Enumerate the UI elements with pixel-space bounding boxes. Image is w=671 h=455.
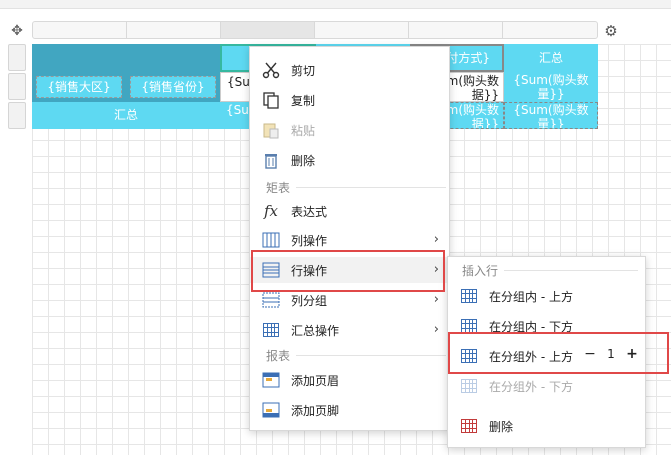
context-menu: 剪切 复制 粘贴 删除 矩表 fx 表达式 列操作 › 行操作 › 列分组 › … [249,46,450,431]
menu-item-cut[interactable]: 剪切 [250,57,449,83]
menu-item-summary-ops[interactable]: 汇总操作 › [250,317,449,343]
gear-icon[interactable]: ⚙ [602,22,620,40]
menu-item-paste: 粘贴 [250,117,449,143]
submenu-item-inside-above[interactable]: 在分组内 - 上方 [448,283,645,309]
corner-cell[interactable] [32,44,220,72]
column-group-icon [261,290,281,310]
highlight-outside-above [448,332,669,374]
column-ops-icon [261,230,281,250]
section-matrix: 矩表 [266,180,446,195]
summary-header-cell[interactable]: 汇总 [504,44,598,72]
menu-item-add-header[interactable]: 添加页眉 [250,367,449,393]
column-handle[interactable] [409,22,503,38]
submenu-item-outside-below: 在分组外 - 下方 [448,373,645,399]
menu-item-add-footer[interactable]: 添加页脚 [250,397,449,423]
column-header-bar[interactable] [32,21,598,39]
chevron-right-icon: › [433,232,439,247]
move-handle-icon[interactable]: ✥ [8,22,26,40]
highlight-row-ops [251,250,445,292]
column-handle[interactable] [33,22,127,38]
paste-icon [261,120,281,140]
submenu-item-delete[interactable]: 删除 [448,413,645,439]
copy-icon [261,90,281,110]
chevron-right-icon: › [433,322,439,337]
row-group-cell[interactable]: {销售省份} [126,72,220,102]
menu-item-copy[interactable]: 复制 [250,87,449,113]
menu-item-delete[interactable]: 删除 [250,147,449,173]
section-report: 报表 [266,348,446,363]
row-handle[interactable] [8,44,26,71]
grid-icon [459,286,479,306]
top-toolbar-strip [0,0,671,9]
scissors-icon [261,60,281,80]
total-row-label[interactable]: 汇总 [32,102,220,129]
fx-icon: fx [263,202,278,220]
summary-cell[interactable]: {Sum(购头数 量}} [504,72,598,102]
chevron-right-icon: › [433,292,439,307]
grid-icon [459,376,479,396]
menu-item-expression[interactable]: fx 表达式 [250,198,449,224]
column-handle[interactable] [315,22,409,38]
row-handle[interactable] [8,102,26,129]
trash-icon [261,150,281,170]
total-cell[interactable]: {Sum(购头数 量}} [504,102,598,129]
summary-ops-icon [261,320,281,340]
column-handle[interactable] [127,22,221,38]
add-header-icon [261,370,281,390]
row-header-bar[interactable] [8,44,26,131]
column-handle[interactable] [503,22,597,38]
add-footer-icon [261,400,281,420]
column-handle[interactable] [221,22,315,38]
section-insert-row: 插入行 [462,263,638,278]
row-handle[interactable] [8,73,26,100]
row-group-cell[interactable]: {销售大区} [32,72,126,102]
grid-delete-icon [459,416,479,436]
